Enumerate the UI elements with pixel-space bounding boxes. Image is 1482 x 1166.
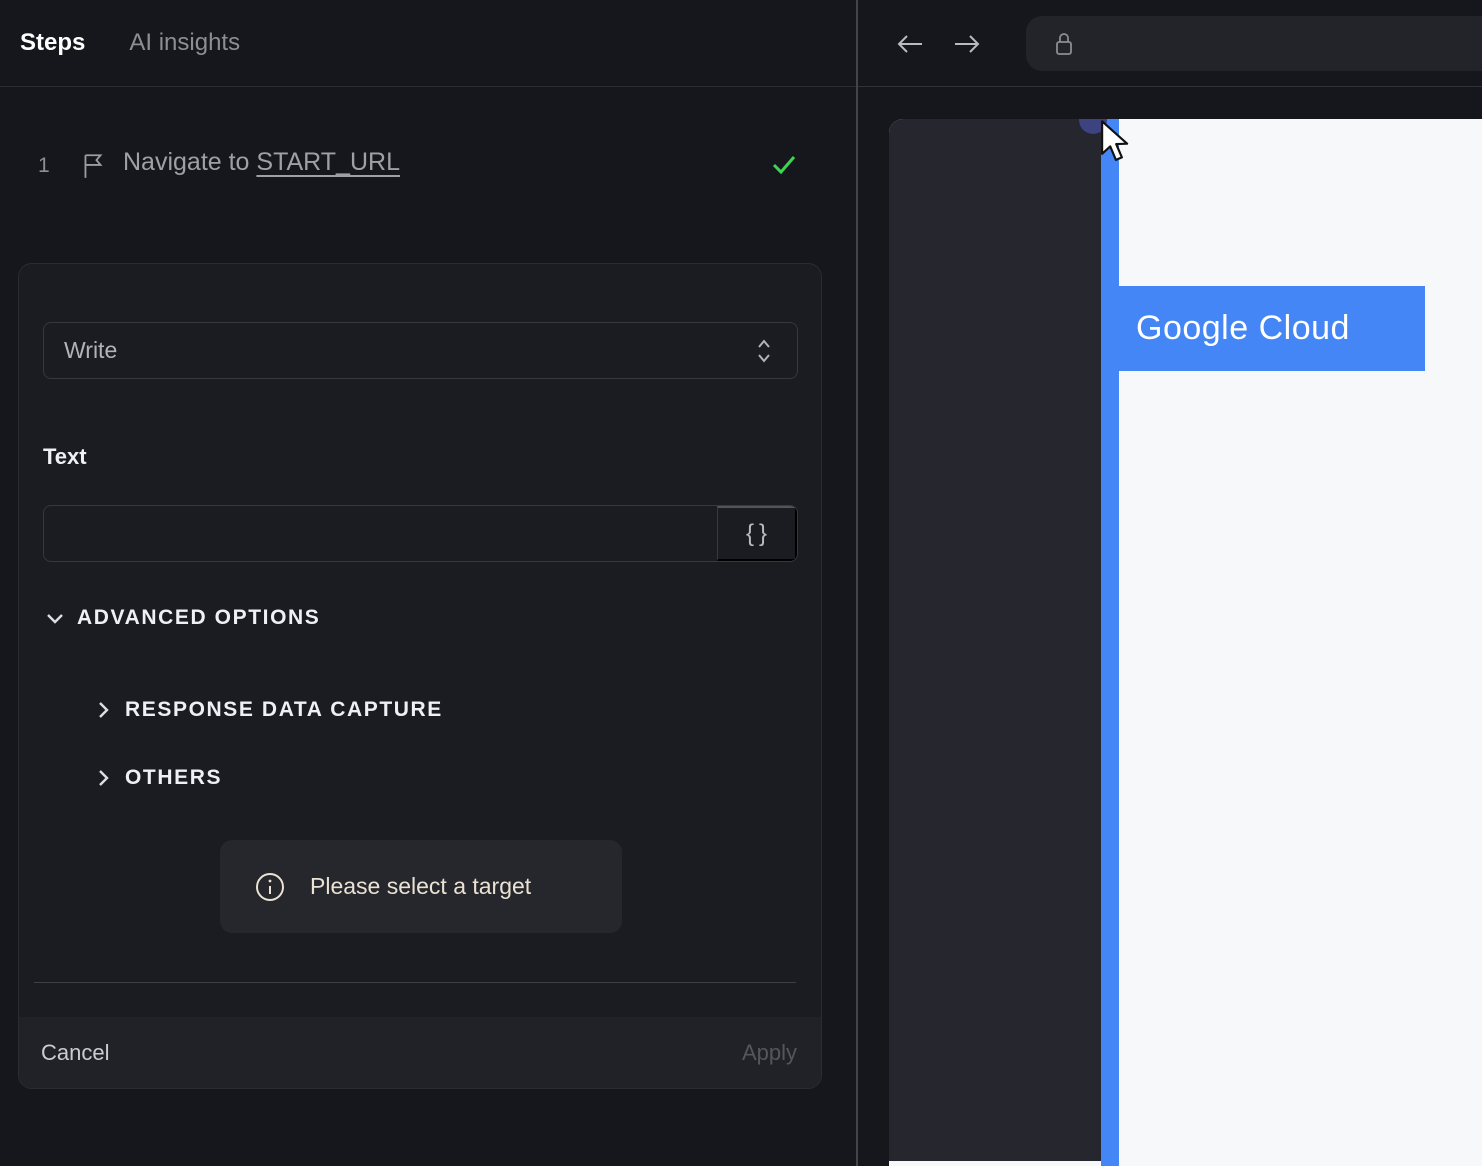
lock-icon xyxy=(1052,29,1076,59)
response-data-capture-label: RESPONSE DATA CAPTURE xyxy=(125,698,443,721)
notice-text: Please select a target xyxy=(310,873,532,899)
info-icon xyxy=(254,871,286,903)
page-viewport[interactable]: Google Cloud xyxy=(889,119,1482,1166)
app-root: Steps AI insights 1 Navigate to START_UR… xyxy=(0,0,1482,1166)
step-row[interactable]: 1 Navigate to START_URL xyxy=(0,148,857,184)
browser-forward-button[interactable] xyxy=(951,28,983,60)
step-label: Navigate to START_URL xyxy=(123,148,400,176)
arrow-right-icon xyxy=(951,28,983,60)
select-target-notice: Please select a target xyxy=(220,840,622,933)
browser-back-button[interactable] xyxy=(894,28,926,60)
others-label: OTHERS xyxy=(125,766,223,789)
advanced-options-label: ADVANCED OPTIONS xyxy=(77,606,321,629)
cancel-button[interactable]: Cancel xyxy=(41,1040,109,1066)
chevron-right-icon xyxy=(91,698,115,722)
target-highlight-stripe xyxy=(1101,119,1119,1166)
tab-steps[interactable]: Steps xyxy=(20,29,85,57)
highlighted-element[interactable]: Google Cloud xyxy=(1118,286,1425,371)
others-toggle[interactable]: OTHERS xyxy=(91,766,222,790)
text-field-label: Text xyxy=(43,444,87,469)
text-input[interactable] xyxy=(44,506,717,561)
text-input-group: {} xyxy=(43,505,798,562)
steps-panel: Steps AI insights 1 Navigate to START_UR… xyxy=(0,0,857,1166)
step-editor-card: Write Text {} ADVANCED OPTIONS RESPONSE … xyxy=(18,263,822,1089)
chevron-right-icon xyxy=(91,766,115,790)
advanced-options-toggle[interactable]: ADVANCED OPTIONS xyxy=(43,606,320,630)
flag-icon xyxy=(80,152,106,180)
action-select[interactable]: Write xyxy=(43,322,798,379)
page-hero-dark-section xyxy=(889,119,1101,1161)
browser-toolbar xyxy=(858,0,1482,87)
tab-ai-insights[interactable]: AI insights xyxy=(129,29,240,57)
url-bar[interactable] xyxy=(1026,16,1482,71)
chevron-up-down-icon xyxy=(751,336,777,366)
editor-footer: Cancel Apply xyxy=(19,1017,821,1088)
browser-preview-panel: Google Cloud xyxy=(858,0,1482,1166)
chevron-down-icon xyxy=(43,606,67,630)
insert-variable-button[interactable]: {} xyxy=(717,506,797,561)
apply-button[interactable]: Apply xyxy=(742,1040,797,1066)
step-success-check-icon xyxy=(768,148,800,180)
arrow-left-icon xyxy=(894,28,926,60)
panel-tab-bar: Steps AI insights xyxy=(0,0,857,87)
response-data-capture-toggle[interactable]: RESPONSE DATA CAPTURE xyxy=(91,698,443,722)
action-select-value: Write xyxy=(64,337,118,363)
step-number: 1 xyxy=(38,154,50,177)
card-divider xyxy=(34,982,796,983)
start-url-link[interactable]: START_URL xyxy=(256,148,400,176)
page-brand-text: Google Cloud xyxy=(1136,309,1350,347)
